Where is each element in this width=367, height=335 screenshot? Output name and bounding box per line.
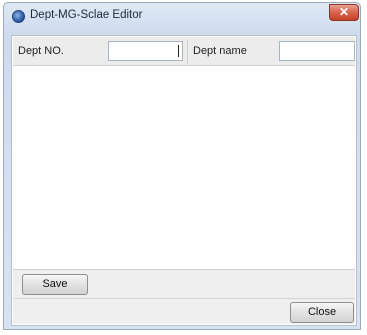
dept-no-label: Dept NO. <box>18 45 64 57</box>
close-window-button[interactable]: ✕ <box>329 4 359 21</box>
dept-name-input[interactable] <box>279 41 355 61</box>
editor-window: Dept-MG-Sclae Editor ✕ Dept NO. Dept nam… <box>3 2 361 330</box>
field-separator <box>187 40 188 64</box>
close-button[interactable]: Close <box>290 302 354 323</box>
field-row: Dept NO. Dept name <box>13 37 355 66</box>
text-cursor <box>178 45 179 57</box>
save-button[interactable]: Save <box>22 274 88 295</box>
dept-name-label: Dept name <box>193 45 247 57</box>
bottom-panel: Save Close <box>13 269 355 324</box>
client-area: Dept NO. Dept name Save Close <box>11 35 357 326</box>
content-area <box>13 67 355 269</box>
dept-no-input[interactable] <box>108 41 183 61</box>
app-icon <box>12 10 25 23</box>
title-bar: Dept-MG-Sclae Editor ✕ <box>4 3 360 29</box>
panel-divider <box>13 298 355 299</box>
window-title: Dept-MG-Sclae Editor <box>30 9 143 21</box>
